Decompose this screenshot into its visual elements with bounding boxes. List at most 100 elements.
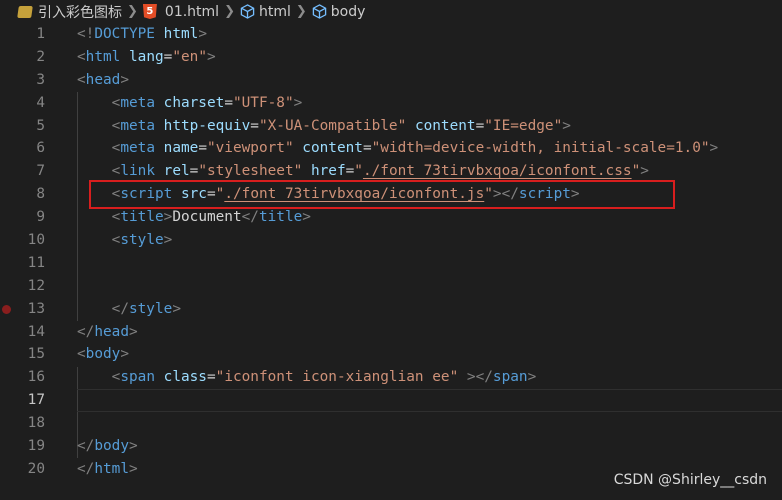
breadcrumb-folder-label: 引入彩色图标 [38, 4, 122, 21]
breadcrumb-element-body-label: body [330, 3, 366, 20]
code-line[interactable]: 15 <body> [0, 343, 782, 366]
line-number: 10 [27, 232, 45, 249]
breadcrumb-file[interactable]: 5 01.html [142, 4, 219, 20]
code-editor[interactable]: 1 <!DOCTYPE html> 2 <html lang="en"> 3 <head>… [0, 23, 782, 500]
code-token: </ [241, 209, 259, 226]
code-line[interactable]: 11 [0, 252, 782, 275]
code-token: <! [77, 26, 95, 42]
code-token: rel [163, 163, 190, 180]
code-text: <head> [77, 69, 129, 92]
code-token: http-equiv [163, 117, 251, 134]
breadcrumb: 引入彩色图标 ❯ 5 01.html ❯ html ❯ body [0, 0, 782, 23]
line-number: 19 [27, 438, 45, 455]
line-number: 16 [27, 369, 45, 386]
breadcrumb-element-body[interactable]: body [312, 3, 366, 20]
code-token: " [354, 163, 363, 180]
code-token: head [94, 323, 129, 340]
code-text: <title>Document</title> [77, 206, 311, 229]
code-token: style [120, 232, 164, 249]
code-token: title [258, 209, 303, 226]
code-token: < [77, 48, 86, 65]
code-line[interactable]: 13 </style> [0, 298, 782, 321]
code-line[interactable]: 2 <html lang="en"> [0, 46, 782, 69]
code-token: ></ [466, 369, 493, 386]
code-token: > [120, 71, 129, 88]
cube-icon [240, 4, 255, 19]
code-token: body [85, 346, 121, 363]
line-number: 20 [27, 460, 45, 477]
code-text: <html lang="en"> [77, 46, 216, 69]
code-token: content [302, 140, 363, 157]
code-line[interactable]: 3 <head> [0, 69, 782, 92]
code-token: head [85, 71, 121, 88]
code-token: "X-UA-Compatible" [258, 117, 407, 134]
code-line[interactable]: 12 [0, 275, 782, 298]
code-token: = [250, 117, 259, 134]
breadcrumb-element-html[interactable]: html [240, 4, 291, 20]
chevron-right-icon: ❯ [127, 4, 138, 19]
code-text: <meta name="viewport" content="width=dev… [77, 137, 719, 160]
code-token: href [310, 163, 346, 180]
code-token: html [85, 48, 121, 65]
code-token: > [562, 117, 571, 134]
code-token: </ [77, 323, 95, 340]
code-token: DOCTYPE [94, 26, 155, 42]
annotation-highlight-box [89, 180, 675, 209]
code-token: "IE=edge" [484, 117, 563, 134]
code-text: </style> [77, 298, 181, 321]
code-line[interactable]: 5 <meta http-equiv="X-UA-Compatible" con… [0, 115, 782, 138]
code-token: > [198, 26, 207, 42]
code-text: <meta charset="UTF-8"> [77, 92, 303, 115]
code-token: = [345, 163, 355, 180]
code-token: > [640, 163, 649, 180]
code-line[interactable]: 9 <title>Document</title> [0, 206, 782, 229]
code-text: </head> [77, 321, 138, 344]
code-token: > [302, 209, 311, 226]
code-token: "stylesheet" [198, 163, 303, 180]
code-text: <!DOCTYPE html> [77, 23, 207, 46]
code-token: "en" [172, 48, 207, 65]
code-token: class [163, 369, 207, 386]
line-number: 17 [27, 392, 45, 409]
code-line[interactable]: 1 <!DOCTYPE html> [0, 23, 782, 46]
code-text: <body> [77, 343, 129, 366]
code-text: </html> [77, 458, 138, 481]
code-token: "width=device-width, initial-scale=1.0" [371, 140, 710, 157]
code-token: name [163, 140, 199, 157]
breadcrumb-folder[interactable]: 引入彩色图标 [17, 2, 122, 22]
code-token: > [527, 369, 537, 386]
code-token: meta [120, 94, 155, 111]
code-token: charset [163, 94, 225, 111]
code-token: "viewport" [206, 140, 294, 157]
code-line[interactable]: 18 [0, 412, 782, 435]
code-token: Document [172, 209, 242, 226]
code-line[interactable]: 14 </head> [0, 321, 782, 344]
code-token: meta [120, 117, 155, 134]
code-line[interactable]: 17 [0, 389, 782, 413]
line-number: 13 [27, 300, 45, 317]
code-line[interactable]: 4 <meta charset="UTF-8"> [0, 92, 782, 115]
code-line[interactable]: 10 <style> [0, 229, 782, 252]
code-token: = [475, 117, 485, 134]
code-token: = [198, 140, 207, 157]
code-token: style [128, 300, 173, 317]
code-line[interactable]: 6 <meta name="viewport" content="width=d… [0, 137, 782, 160]
line-number: 12 [27, 277, 45, 294]
line-number: 3 [36, 71, 45, 88]
code-line[interactable]: 16 <span class="iconfont icon-xianglian … [0, 366, 782, 389]
line-number: 8 [36, 186, 45, 203]
code-token: < [77, 346, 86, 363]
line-number: 9 [36, 209, 45, 226]
code-line[interactable]: 19 </body> [0, 435, 782, 458]
